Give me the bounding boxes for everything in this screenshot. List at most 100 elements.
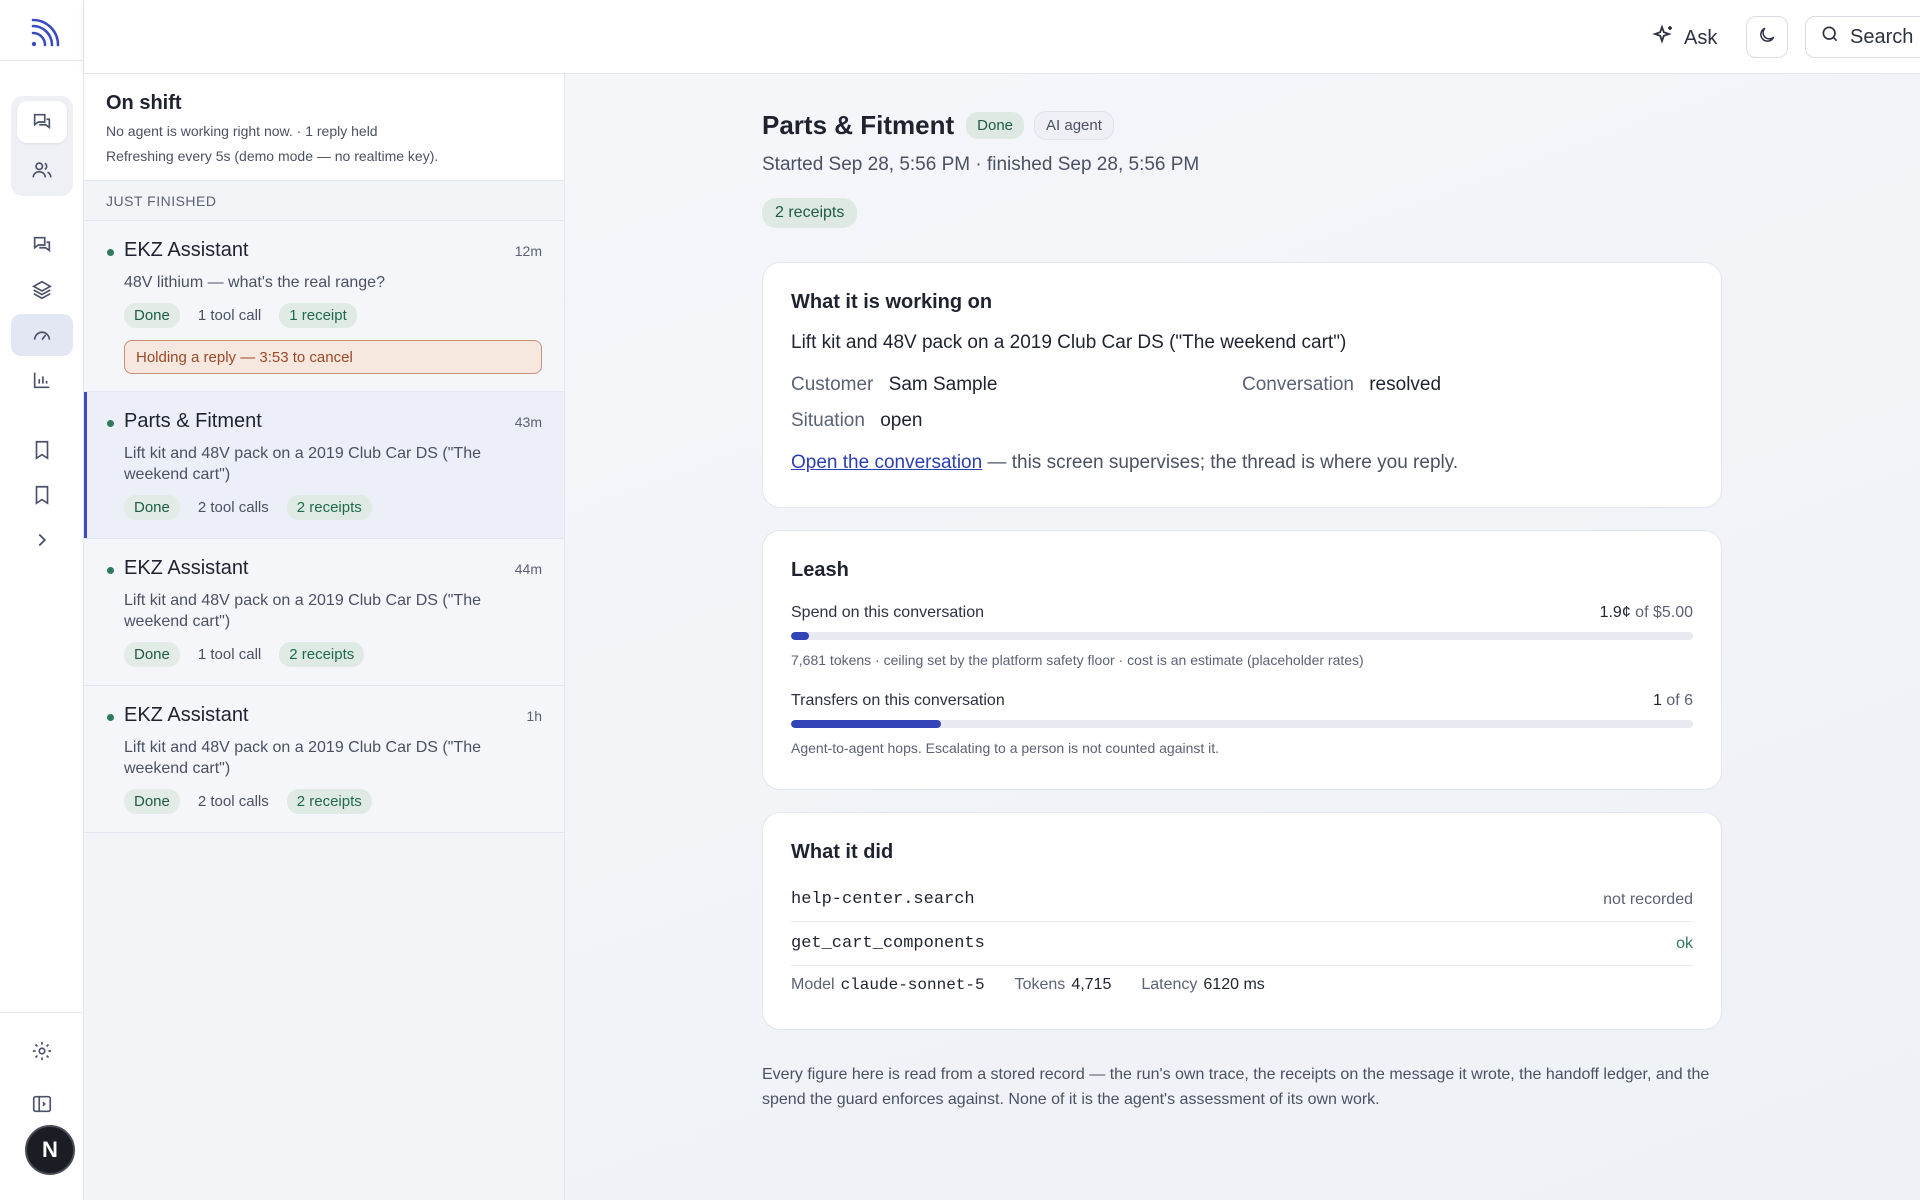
ask-label: Ask	[1684, 26, 1718, 49]
run-detail: Parts & Fitment Done AI agent Started Se…	[565, 74, 1920, 1200]
status-badge: Done	[124, 789, 180, 814]
bookmark-icon[interactable]	[17, 429, 67, 471]
receipts-badge: 1 receipt	[279, 303, 357, 328]
latency-value: 6120 ms	[1203, 976, 1265, 993]
status-dot	[107, 714, 114, 721]
run-timestamps: Started Sep 28, 5:56 PM · finished Sep 2…	[762, 154, 1200, 175]
status-badge: Done	[966, 112, 1025, 139]
card-heading: What it did	[791, 841, 894, 863]
run-description: Lift kit and 48V pack on a 2019 Club Car…	[124, 739, 481, 777]
open-conversation-link[interactable]: Open the conversation	[791, 452, 982, 473]
run-age: 12m	[514, 243, 542, 259]
run-description: 48V lithium — what's the real range?	[124, 274, 385, 291]
tool-calls-count: 1 tool call	[197, 646, 262, 663]
transfers-limit: of 6	[1661, 692, 1693, 709]
transfers-meter: Transfers on this conversation 1 of 6 Ag…	[791, 692, 1693, 756]
transfers-progress-bar	[791, 720, 1693, 728]
spend-note: 7,681 tokens · ceiling set by the platfo…	[791, 652, 1364, 668]
provenance-footnote: Every figure here is read from a stored …	[762, 1066, 1710, 1108]
transfers-label: Transfers on this conversation	[791, 692, 1005, 709]
list-item-selected[interactable]: Parts & Fitment 43m Lift kit and 48V pac…	[84, 392, 564, 539]
bookmark-icon[interactable]	[17, 474, 67, 516]
page-title: Parts & Fitment	[762, 110, 955, 140]
tool-status: ok	[1676, 934, 1693, 952]
card-heading: Leash	[791, 559, 849, 581]
hold-reply-banner[interactable]: Holding a reply — 3:53 to cancel	[124, 340, 542, 374]
rss-logo-icon[interactable]	[28, 18, 60, 50]
bar-chart-icon[interactable]	[17, 359, 67, 401]
moon-icon	[1757, 25, 1777, 50]
run-age: 44m	[514, 561, 542, 577]
run-name: Parts & Fitment	[124, 410, 262, 432]
gear-icon[interactable]	[17, 1030, 67, 1072]
list-item[interactable]: EKZ Assistant 12m 48V lithium — what's t…	[84, 221, 564, 392]
shift-status-text: No agent is working right now. · 1 reply…	[106, 123, 378, 139]
spend-limit: of $5.00	[1630, 604, 1693, 621]
status-badge: Done	[124, 642, 180, 667]
agent-type-badge: AI agent	[1034, 111, 1114, 140]
receipts-badge[interactable]: 2 receipts	[762, 198, 858, 228]
refresh-note: Refreshing every 5s (demo mode — no real…	[106, 148, 439, 164]
run-name: EKZ Assistant	[124, 557, 249, 579]
working-on-card: What it is working on Lift kit and 48V p…	[762, 262, 1722, 508]
tool-status: not recorded	[1603, 890, 1693, 908]
card-heading: What it is working on	[791, 291, 993, 313]
run-list-panel: On shift No agent is working right now. …	[84, 74, 565, 1200]
search-icon	[1820, 24, 1840, 50]
layers-icon[interactable]	[17, 269, 67, 311]
conversation-value: resolved	[1369, 374, 1442, 395]
tool-calls-count: 2 tool calls	[197, 793, 269, 810]
tool-calls-count: 1 tool call	[197, 307, 262, 324]
tool-call-row[interactable]: get_cart_components ok	[791, 922, 1693, 966]
status-badge: Done	[124, 495, 180, 520]
run-age: 1h	[526, 708, 542, 724]
conversations-icon[interactable]	[17, 101, 67, 143]
tool-calls-count: 2 tool calls	[197, 499, 269, 516]
search-button[interactable]: Search ⌘K	[1805, 16, 1920, 58]
status-badge: Done	[124, 303, 180, 328]
chat-icon[interactable]	[17, 224, 67, 266]
working-on-subject: Lift kit and 48V pack on a 2019 Club Car…	[791, 332, 1347, 353]
tokens-label: Tokens	[1014, 976, 1066, 993]
sparkle-icon	[1652, 23, 1676, 53]
chevron-right-icon[interactable]	[17, 519, 67, 561]
shift-status: On shift No agent is working right now. …	[84, 74, 564, 181]
list-item[interactable]: EKZ Assistant 44m Lift kit and 48V pack …	[84, 539, 564, 686]
latency-label: Latency	[1141, 976, 1198, 993]
situation-value: open	[880, 410, 923, 431]
model-value: claude-sonnet-5	[840, 976, 985, 994]
conversation-label: Conversation	[1242, 374, 1354, 395]
people-icon[interactable]	[17, 149, 67, 191]
transfers-progress-fill	[791, 720, 942, 728]
what-it-did-card: What it did help-center.search not recor…	[762, 812, 1722, 1030]
avatar[interactable]: N	[25, 1125, 75, 1175]
situation-label: Situation	[791, 410, 865, 431]
spend-label: Spend on this conversation	[791, 604, 985, 621]
receipts-badge: 2 receipts	[286, 495, 372, 520]
customer-value: Sam Sample	[888, 374, 998, 395]
tool-name: help-center.search	[791, 890, 975, 909]
theme-toggle-button[interactable]	[1746, 16, 1788, 58]
customer-label: Customer	[791, 374, 874, 395]
transfers-note: Agent-to-agent hops. Escalating to a per…	[791, 740, 1220, 756]
open-conversation-note: — this screen supervises; the thread is …	[982, 452, 1459, 473]
ask-button[interactable]: Ask	[1652, 22, 1717, 54]
rail-divider	[0, 1012, 84, 1013]
list-item[interactable]: EKZ Assistant 1h Lift kit and 48V pack o…	[84, 686, 564, 833]
run-metadata: Model claude-sonnet-5 Tokens 4,715 Latency…	[791, 976, 1693, 994]
gauge-icon[interactable]	[11, 314, 73, 356]
tool-call-row[interactable]: help-center.search not recorded	[791, 878, 1693, 922]
rail-divider	[0, 60, 84, 61]
run-name: EKZ Assistant	[124, 704, 249, 726]
run-description: Lift kit and 48V pack on a 2019 Club Car…	[124, 592, 481, 630]
tool-name: get_cart_components	[791, 934, 985, 953]
status-dot	[107, 420, 114, 427]
panel-toggle-icon[interactable]	[17, 1083, 67, 1125]
run-age: 43m	[514, 414, 542, 430]
section-label: JUST FINISHED	[84, 181, 564, 221]
top-bar: Ask Search ⌘K	[84, 0, 1920, 74]
status-dot	[107, 249, 114, 256]
spend-progress-bar	[791, 632, 1693, 640]
status-dot	[107, 567, 114, 574]
receipts-badge: 2 receipts	[279, 642, 365, 667]
